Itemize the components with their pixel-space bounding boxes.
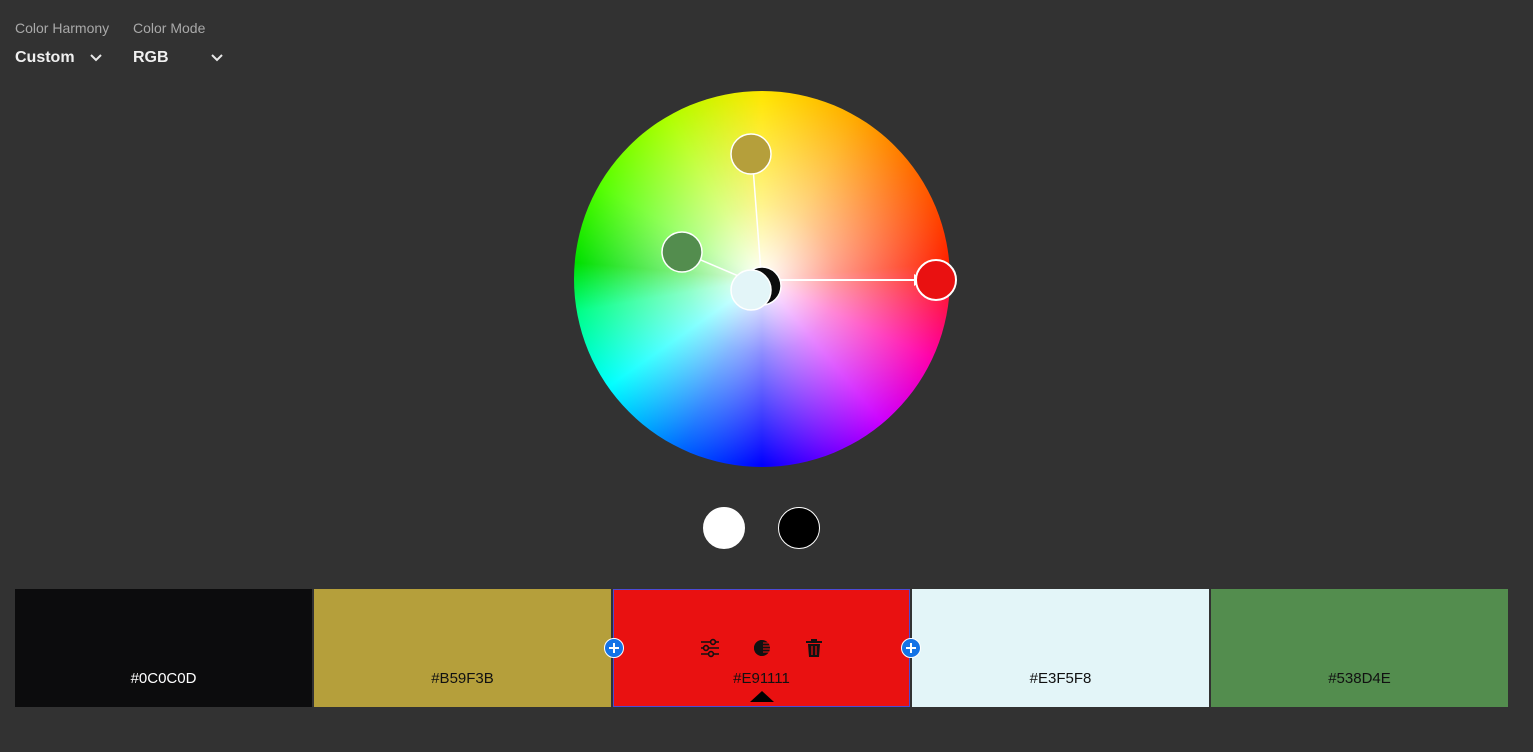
palette-swatch[interactable]: #B59F3B: [314, 589, 611, 707]
swatch-hex-label: #0C0C0D: [130, 670, 197, 687]
handle-yellow-ochre[interactable]: [730, 133, 772, 175]
swatch-hex-label: #B59F3B: [431, 670, 494, 687]
trash-icon[interactable]: [802, 636, 826, 660]
color-mode-control: Color Mode RGB: [133, 20, 223, 67]
palette-swatch[interactable]: #0C0C0D: [15, 589, 312, 707]
palette-swatch[interactable]: #538D4E: [1211, 589, 1508, 707]
white-swatch[interactable]: [703, 507, 745, 549]
chevron-down-icon: [210, 54, 223, 62]
color-harmony-control: Color Harmony Custom: [15, 20, 109, 67]
handle-green[interactable]: [661, 231, 703, 273]
handle-light-blue[interactable]: [730, 269, 772, 311]
swatch-hex-label: #538D4E: [1328, 670, 1391, 687]
base-color-indicator-icon: [749, 691, 774, 702]
handle-red-base[interactable]: [915, 259, 957, 301]
color-mode-dropdown[interactable]: RGB: [133, 49, 223, 67]
add-color-button[interactable]: [901, 638, 921, 658]
swatch-hex-label: #E3F5F8: [1029, 670, 1092, 687]
palette-swatch-selected[interactable]: #E91111: [613, 589, 910, 707]
add-color-button[interactable]: [604, 638, 624, 658]
swatch-hex-label: #E91111: [733, 670, 790, 687]
palette-swatch[interactable]: #E3F5F8: [912, 589, 1209, 707]
black-swatch[interactable]: [778, 507, 820, 549]
color-mode-label: Color Mode: [133, 20, 206, 36]
swatch-tools: [613, 636, 910, 660]
contrast-icon[interactable]: [750, 636, 774, 660]
color-harmony-label: Color Harmony: [15, 20, 110, 36]
color-mode-value: RGB: [133, 49, 169, 66]
color-palette: #0C0C0D #B59F3B #E91111 #E3F5F8 #538D4E: [15, 589, 1508, 707]
color-harmony-value: Custom: [15, 49, 75, 66]
sliders-icon[interactable]: [698, 636, 722, 660]
chevron-down-icon: [89, 54, 102, 62]
color-harmony-dropdown[interactable]: Custom: [15, 49, 109, 67]
